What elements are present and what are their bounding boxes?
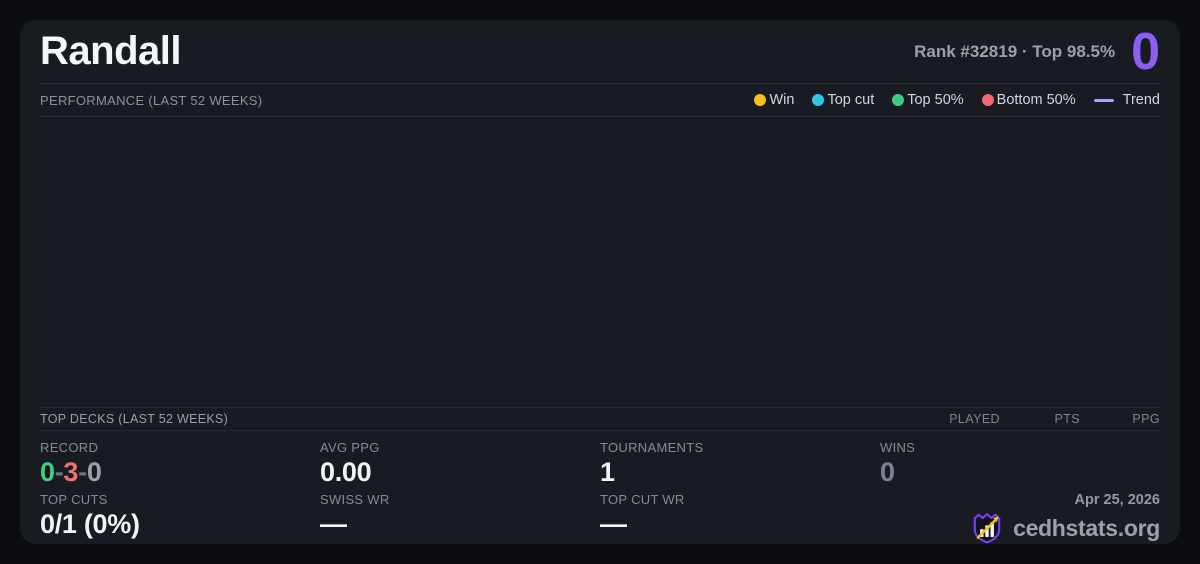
record-value: 0-3-0 xyxy=(40,457,102,487)
trend-line-icon xyxy=(1093,98,1114,102)
cedhstats-logo-icon xyxy=(973,513,1001,544)
stat-swiss-wr: SWISS WR — xyxy=(320,492,390,539)
site-name: cedhstats.org xyxy=(1013,514,1160,541)
bottom-50-dot-icon xyxy=(981,94,994,106)
site-branding[interactable]: cedhstats.org xyxy=(970,511,1160,544)
column-header-pts: PTS xyxy=(1054,412,1080,426)
player-stats-card: Randall Rank #32819 · Top 98.5% 0 PERFOR… xyxy=(20,20,1180,544)
report-date: Apr 25, 2026 xyxy=(1074,492,1160,508)
stat-tournaments: TOURNAMENTS 1 xyxy=(600,440,704,487)
performance-chart-area xyxy=(40,117,1160,407)
record-losses: 3 xyxy=(63,457,79,487)
column-header-played: PLAYED xyxy=(949,412,1000,426)
stats-grid: RECORD 0-3-0 AVG PPG 0.00 TOURNAMENTS 1 … xyxy=(40,431,1160,544)
stat-avg-ppg: AVG PPG 0.00 xyxy=(320,440,380,487)
column-header-ppg: PPG xyxy=(1132,412,1160,426)
stat-top-cuts: TOP CUTS 0/1 (0%) xyxy=(40,492,140,539)
top-decks-column-headers: PLAYED PTS PPG xyxy=(920,412,1160,426)
stat-top-cut-wr: TOP CUT WR — xyxy=(600,492,685,539)
performance-section-label: PERFORMANCE (LAST 52 WEEKS) xyxy=(40,92,263,108)
legend-item-win[interactable]: Win xyxy=(754,92,794,108)
legend-item-trend[interactable]: Trend xyxy=(1093,92,1160,108)
top-cut-dot-icon xyxy=(812,94,825,106)
rank-group: Rank #32819 · Top 98.5% 0 xyxy=(914,26,1160,78)
record-wins: 0 xyxy=(40,457,55,487)
top-decks-section-label: TOP DECKS (LAST 52 WEEKS) xyxy=(40,412,229,426)
top-decks-header-row: TOP DECKS (LAST 52 WEEKS) PLAYED PTS PPG xyxy=(40,407,1160,431)
legend-item-top-50[interactable]: Top 50% xyxy=(892,92,964,108)
chart-legend: Win Top cut Top 50% Bottom 50% Trend xyxy=(754,92,1160,108)
legend-item-top-cut[interactable]: Top cut xyxy=(812,92,874,108)
rank-text: Rank #32819 · Top 98.5% xyxy=(914,41,1116,61)
win-dot-icon xyxy=(754,94,767,106)
stat-record: RECORD 0-3-0 xyxy=(40,440,320,492)
legend-item-bottom-50[interactable]: Bottom 50% xyxy=(981,92,1076,108)
player-name: Randall xyxy=(40,29,181,73)
card-header: Randall Rank #32819 · Top 98.5% 0 xyxy=(40,20,1160,84)
top-50-dot-icon xyxy=(892,94,905,106)
record-draws: 0 xyxy=(86,457,102,487)
performance-header-row: PERFORMANCE (LAST 52 WEEKS) Win Top cut … xyxy=(40,84,1160,117)
stat-wins: WINS 0 xyxy=(880,440,916,487)
score-value: 0 xyxy=(1131,22,1160,81)
card-footer: Apr 25, 2026 cedhstats.org xyxy=(880,492,1160,544)
